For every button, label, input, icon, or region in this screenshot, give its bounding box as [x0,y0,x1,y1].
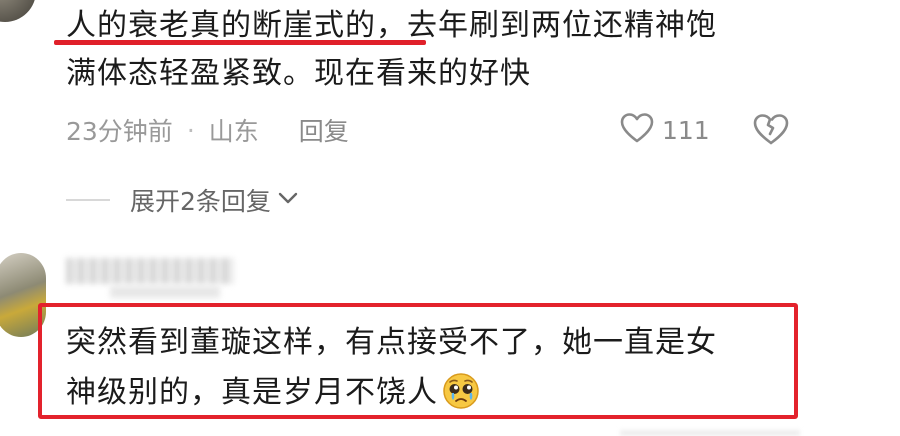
blurred-user-info [110,286,220,298]
chevron-down-icon [277,190,299,210]
heart-outline-icon [620,112,654,148]
like-button[interactable]: 111 [620,110,710,150]
dislike-button[interactable] [752,112,792,148]
expand-replies-button[interactable]: 展开2条回复 [66,180,299,220]
comment-text-line: 满体态轻盈紧致。现在看来的好快 [66,56,531,91]
comment-time: 23分钟前 [66,117,173,146]
meta-separator: · [186,115,195,145]
next-row-hint [620,430,800,436]
red-underline-annotation [54,40,426,45]
blurred-username [66,258,234,284]
comment-location: 山东 [208,117,259,146]
red-highlight-box-annotation [38,303,798,419]
divider-line [66,199,110,201]
like-count: 111 [662,115,710,145]
reply-button[interactable]: 回复 [299,112,349,148]
expand-replies-label: 展开2条回复 [130,187,271,216]
comment-text: 人的衰老真的断崖式的，去年刷到两位还精神饱 满体态轻盈紧致。现在看来的好快 [66,2,846,98]
commenter-avatar[interactable] [0,0,36,22]
broken-heart-icon [752,114,790,150]
